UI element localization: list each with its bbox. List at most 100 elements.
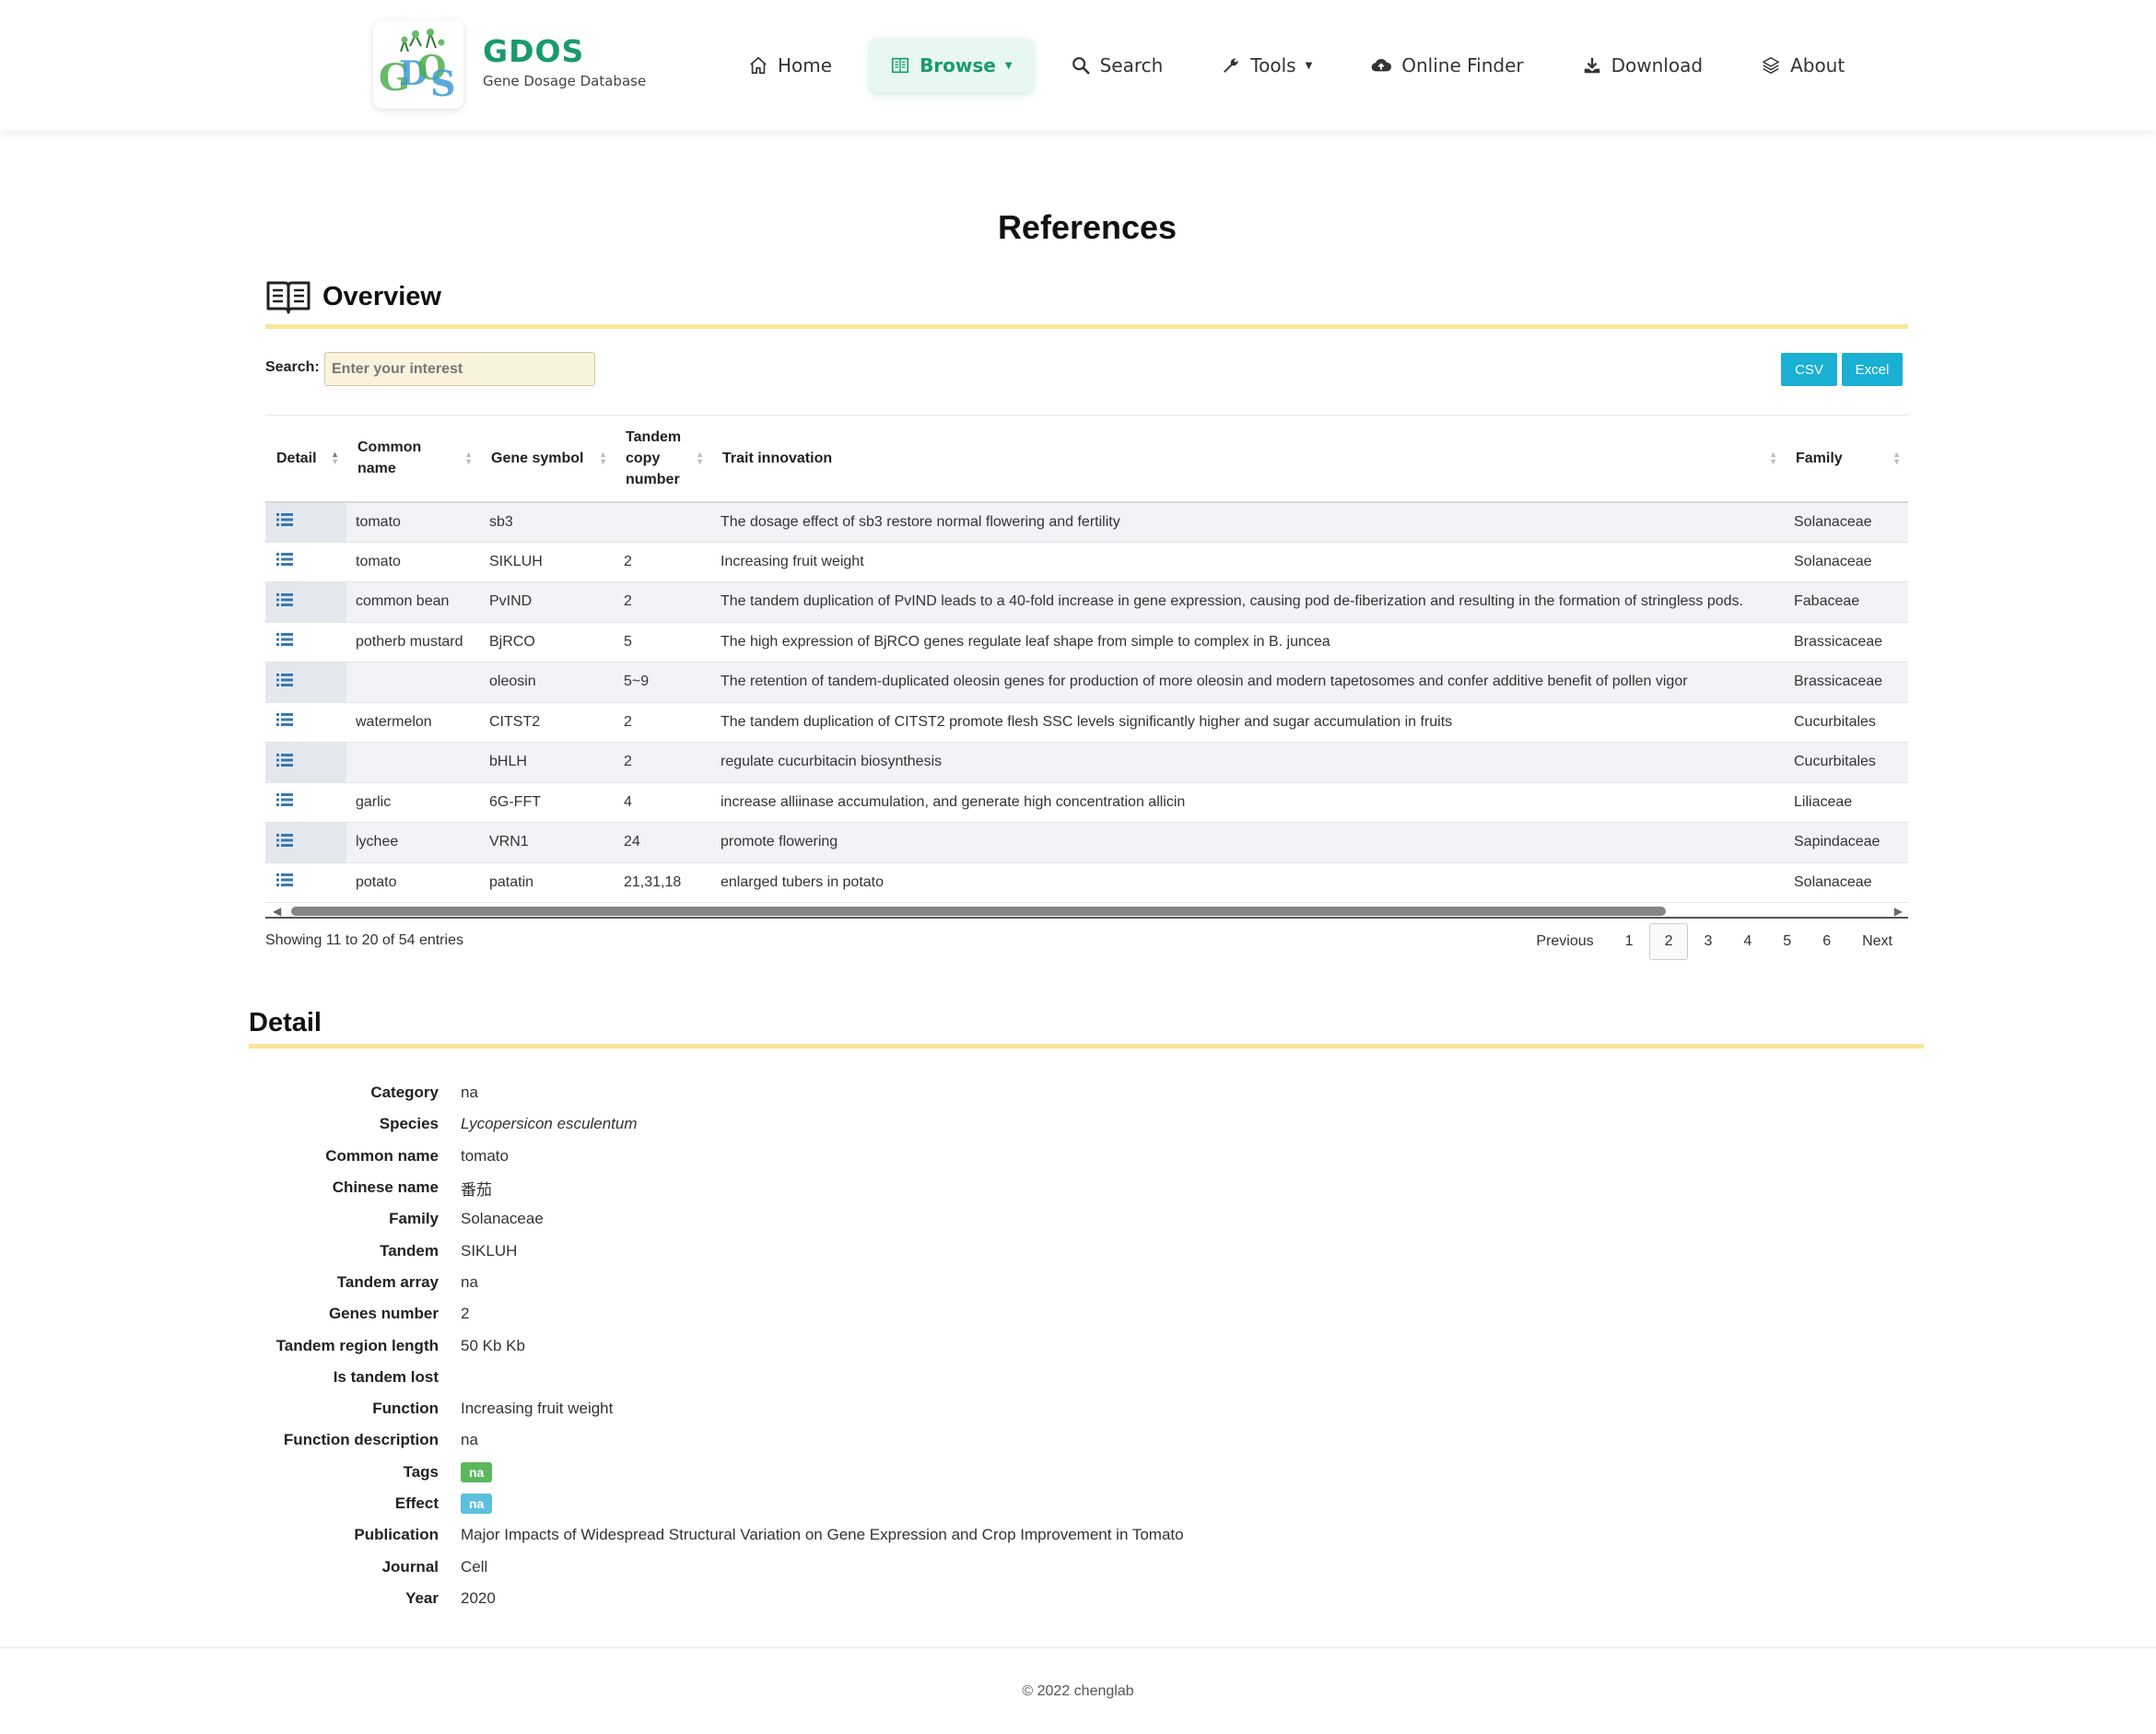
scroll-right-icon[interactable]: ▶ — [1894, 905, 1903, 918]
detail-cell[interactable] — [265, 782, 346, 823]
detail-cell[interactable] — [265, 622, 346, 662]
nav-tools[interactable]: Tools ▼ — [1201, 39, 1332, 92]
table-row[interactable]: garlic 6G-FFT 4 increase alliinase accum… — [265, 782, 1908, 823]
detail-divider — [249, 1044, 1924, 1049]
table-row[interactable]: common bean PvIND 2 The tandem duplicati… — [265, 581, 1908, 623]
pagination-page[interactable]: 4 — [1728, 923, 1767, 960]
cell-tandem-copy — [615, 501, 711, 543]
list-icon[interactable] — [276, 633, 293, 647]
cell-family: Sapindaceae — [1785, 822, 1908, 863]
detail-title: Detail — [249, 1008, 322, 1037]
search-icon — [1072, 57, 1090, 75]
cell-common-name: watermelon — [346, 702, 480, 743]
detail-badge: na — [461, 1461, 493, 1482]
cell-trait-innovation: The tandem duplication of CITST2 promote… — [711, 702, 1785, 743]
table-row[interactable]: tomato sb3 The dosage effect of sb3 rest… — [265, 501, 1908, 543]
cell-family: Solanaceae — [1785, 501, 1908, 543]
csv-button[interactable]: CSV — [1781, 353, 1837, 386]
list-icon[interactable] — [276, 673, 293, 686]
nav-browse[interactable]: Browse ▼ — [870, 39, 1033, 92]
table-row[interactable]: tomato SIKLUH 2 Increasing fruit weight … — [265, 542, 1908, 582]
col-gene-symbol[interactable]: Gene symbol ▲ ▼ — [480, 415, 615, 503]
table-row[interactable]: potato patatin 21,31,18 enlarged tubers … — [265, 862, 1908, 903]
pagination-page[interactable]: 2 — [1648, 923, 1689, 960]
detail-cell[interactable] — [265, 742, 346, 783]
search-label: Search: — [265, 359, 320, 375]
table-row[interactable]: potherb mustard BjRCO 5 The high express… — [265, 622, 1908, 662]
detail-row: Journal Cell — [249, 1551, 1184, 1582]
col-common-name[interactable]: Common name ▲ ▼ — [346, 415, 480, 503]
pagination-previous[interactable]: Previous — [1520, 923, 1609, 960]
site-title: GDOS — [483, 33, 585, 69]
table-row[interactable]: watermelon CITST2 2 The tandem duplicati… — [265, 702, 1908, 743]
detail-cell[interactable] — [265, 581, 346, 623]
table-horizontal-scrollbar[interactable]: ◀ ▶ — [265, 904, 1908, 919]
detail-key: Family — [389, 1210, 439, 1228]
scroll-thumb[interactable] — [291, 907, 1666, 916]
col-detail[interactable]: Detail ▲ ▼ — [265, 415, 346, 503]
list-icon[interactable] — [276, 592, 293, 606]
detail-value: 2 — [461, 1305, 470, 1323]
detail-row: Common name tomato — [249, 1141, 1184, 1172]
cell-trait-innovation: The tandem duplication of PvIND leads to… — [711, 581, 1785, 623]
list-icon[interactable] — [276, 873, 293, 887]
detail-value: 50 Kb Kb — [461, 1336, 525, 1354]
pagination-page[interactable]: 3 — [1688, 923, 1728, 960]
detail-key: Tandem — [380, 1241, 439, 1259]
cell-gene-symbol: bHLH — [480, 742, 615, 783]
detail-key: Category — [370, 1084, 439, 1102]
cell-family: Solanaceae — [1785, 862, 1908, 903]
detail-cell[interactable] — [265, 822, 346, 863]
cell-gene-symbol: oleosin — [480, 662, 615, 703]
nav-online-finder[interactable]: Online Finder — [1350, 39, 1543, 92]
list-icon[interactable] — [276, 553, 293, 567]
detail-value: Increasing fruit weight — [461, 1400, 614, 1418]
search-input[interactable] — [324, 352, 595, 386]
detail-key: Journal — [381, 1557, 439, 1576]
detail-cell[interactable] — [265, 501, 346, 543]
logo[interactable]: G D O S — [373, 20, 463, 109]
pagination-next[interactable]: Next — [1846, 923, 1908, 960]
list-icon[interactable] — [276, 753, 293, 767]
table-row[interactable]: bHLH 2 regulate cucurbitacin biosynthesi… — [265, 742, 1908, 783]
detail-value: 番茄 — [461, 1180, 492, 1199]
detail-cell[interactable] — [265, 542, 346, 582]
col-family[interactable]: Family ▲ ▼ — [1785, 415, 1908, 503]
table-row[interactable]: lychee VRN1 24 promote flowering Sapinda… — [265, 822, 1908, 863]
list-icon[interactable] — [276, 513, 293, 526]
excel-button[interactable]: Excel — [1842, 353, 1903, 386]
cell-trait-innovation: promote flowering — [711, 822, 1785, 863]
cell-common-name: potato — [346, 862, 480, 903]
detail-cell[interactable] — [265, 862, 346, 903]
list-icon[interactable] — [276, 793, 293, 807]
cell-gene-symbol: SIKLUH — [480, 542, 615, 582]
cell-common-name: tomato — [346, 542, 480, 582]
detail-cell[interactable] — [265, 662, 346, 703]
svg-text:S: S — [430, 63, 455, 104]
col-trait-innovation[interactable]: Trait innovation ▲ ▼ — [711, 415, 1785, 503]
table-row[interactable]: oleosin 5~9 The retention of tandem-dupl… — [265, 662, 1908, 703]
nav-home[interactable]: Home — [728, 39, 852, 92]
list-icon[interactable] — [276, 833, 293, 847]
detail-row: Effect na — [249, 1488, 1184, 1519]
detail-value: na — [461, 1084, 478, 1102]
nav-download[interactable]: Download — [1562, 39, 1723, 92]
nav-about[interactable]: About — [1740, 39, 1865, 92]
detail-value: SIKLUH — [461, 1241, 518, 1259]
scroll-left-icon[interactable]: ◀ — [273, 905, 281, 918]
pagination-page[interactable]: 6 — [1807, 923, 1846, 960]
cell-gene-symbol: CITST2 — [480, 702, 615, 743]
cell-trait-innovation: enlarged tubers in potato — [711, 862, 1785, 903]
detail-cell[interactable] — [265, 702, 346, 743]
detail-row: Category na — [249, 1077, 1184, 1108]
pagination-page[interactable]: 5 — [1767, 923, 1807, 960]
list-icon[interactable] — [276, 713, 293, 727]
pagination-page[interactable]: 1 — [1610, 923, 1649, 960]
nav-search[interactable]: Search — [1050, 39, 1184, 92]
sort-icon: ▲ ▼ — [464, 450, 473, 467]
publication-link[interactable]: Major Impacts of Widespread Structural V… — [461, 1526, 1184, 1544]
col-tandem-copy[interactable]: Tandem copy number ▲ ▼ — [615, 415, 711, 503]
detail-row: Tags na — [249, 1457, 1184, 1488]
sort-icon: ▲ ▼ — [1892, 450, 1901, 467]
col-detail-label: Detail — [276, 450, 317, 466]
